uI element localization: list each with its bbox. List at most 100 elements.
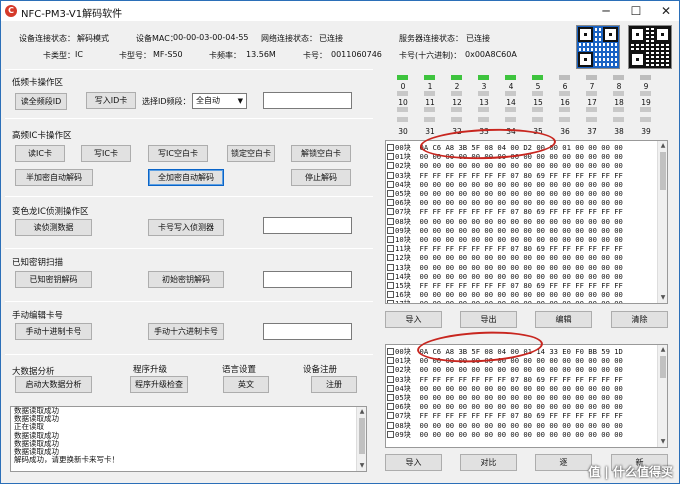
manual-decimal-card-button[interactable]: 手动十进制卡号 xyxy=(15,323,92,340)
block-row[interactable]: 02块 00 00 00 00 00 00 00 00 00 00 00 00 … xyxy=(386,161,623,170)
block-checkbox[interactable] xyxy=(387,180,394,188)
block-row[interactable]: 06块 00 00 00 00 00 00 00 00 00 00 00 00 … xyxy=(386,198,623,207)
write-card-to-detector-button[interactable]: 卡号写入侦测器 xyxy=(148,219,224,236)
upgrade-check-button[interactable]: 程序升级检查 xyxy=(130,376,188,393)
semi-encrypted-decode-button[interactable]: 半加密自动解码 xyxy=(15,169,93,186)
block-row[interactable]: 03块 FF FF FF FF FF FF FF 07 80 69 FF FF … xyxy=(386,375,623,384)
manual-hex-card-button[interactable]: 手动十六进制卡号 xyxy=(148,323,224,340)
block-checkbox[interactable] xyxy=(387,384,394,392)
block-row[interactable]: 09块 00 00 00 00 00 00 00 00 00 00 00 00 … xyxy=(386,226,623,235)
action-button-3[interactable]: 逐 xyxy=(535,454,592,471)
card-data-table[interactable]: ▲ ▼ 00块 0A C6 A8 3B 5F 08 04 00 D2 00 00… xyxy=(385,140,668,304)
block-row[interactable]: 05块 00 00 00 00 00 00 00 00 00 00 00 00 … xyxy=(386,393,623,402)
block-checkbox[interactable] xyxy=(387,171,394,179)
block-row[interactable]: 14块 00 00 00 00 00 00 00 00 00 00 00 00 … xyxy=(386,272,623,281)
block-row[interactable]: 04块 00 00 00 00 00 00 00 00 00 00 00 00 … xyxy=(386,384,623,393)
scroll-thumb[interactable] xyxy=(359,418,365,454)
import-button-2[interactable]: 导入 xyxy=(385,454,442,471)
block-checkbox[interactable] xyxy=(387,300,394,303)
known-key-input[interactable] xyxy=(263,271,352,288)
scroll-thumb[interactable] xyxy=(660,152,666,190)
write-id-card-button[interactable]: 写入ID卡 xyxy=(86,92,136,109)
chameleon-input[interactable] xyxy=(263,217,352,234)
block-checkbox[interactable] xyxy=(387,394,394,401)
block-row[interactable]: 05块 00 00 00 00 00 00 00 00 00 00 00 00 … xyxy=(386,189,623,198)
block-row[interactable]: 12块 00 00 00 00 00 00 00 00 00 00 00 00 … xyxy=(386,253,623,262)
write-ic-card-button[interactable]: 写IC卡 xyxy=(81,145,131,162)
block-checkbox[interactable] xyxy=(387,226,394,234)
block-checkbox[interactable] xyxy=(387,430,394,438)
close-icon[interactable]: ✕ xyxy=(651,1,680,21)
scroll-down-icon[interactable]: ▼ xyxy=(658,293,667,303)
scroll-up-icon[interactable]: ▲ xyxy=(357,407,367,417)
minimize-icon[interactable]: ─ xyxy=(591,1,621,21)
clear-button[interactable]: 清除 xyxy=(611,311,668,328)
scroll-down-icon[interactable]: ▼ xyxy=(357,461,367,471)
block-checkbox[interactable] xyxy=(387,162,394,170)
manual-card-input[interactable] xyxy=(263,323,352,340)
dump1-scrollbar[interactable]: ▲ ▼ xyxy=(657,141,667,303)
block-row[interactable]: 04块 00 00 00 00 00 00 00 00 00 00 00 00 … xyxy=(386,180,623,189)
unlock-blank-card-button[interactable]: 解锁空白卡 xyxy=(291,145,351,162)
block-row[interactable]: 09块 00 00 00 00 00 00 00 00 00 00 00 00 … xyxy=(386,430,623,439)
english-language-button[interactable]: 英文 xyxy=(223,376,269,393)
id-frequency-select[interactable]: 全自动 ▼ xyxy=(192,93,247,109)
block-checkbox[interactable] xyxy=(387,254,394,262)
block-row[interactable]: 17块 00 00 00 00 00 00 00 00 00 00 00 00 … xyxy=(386,299,623,303)
log-scrollbar[interactable]: ▲ ▼ xyxy=(356,407,366,471)
block-checkbox[interactable] xyxy=(387,403,394,411)
block-checkbox[interactable] xyxy=(387,272,394,280)
block-checkbox[interactable] xyxy=(387,291,394,299)
block-row[interactable]: 02块 00 00 00 00 00 00 00 00 00 00 00 00 … xyxy=(386,365,623,374)
register-button[interactable]: 注册 xyxy=(311,376,357,393)
block-checkbox[interactable] xyxy=(387,153,394,161)
block-checkbox[interactable] xyxy=(387,357,394,365)
block-checkbox[interactable] xyxy=(387,217,394,225)
write-blank-ic-button[interactable]: 写IC空白卡 xyxy=(148,145,208,162)
block-checkbox[interactable] xyxy=(387,199,394,207)
block-checkbox[interactable] xyxy=(387,208,394,216)
scroll-down-icon[interactable]: ▼ xyxy=(658,437,667,447)
block-row[interactable]: 16块 00 00 00 00 00 00 00 00 00 00 00 00 … xyxy=(386,290,623,299)
block-checkbox[interactable] xyxy=(387,282,394,289)
scroll-up-icon[interactable]: ▲ xyxy=(658,141,667,151)
read-ic-card-button[interactable]: 读IC卡 xyxy=(15,145,65,162)
read-all-freq-id-button[interactable]: 读全频段ID xyxy=(15,93,67,110)
initial-key-decode-button[interactable]: 初始密钥解码 xyxy=(148,271,224,288)
block-row[interactable]: 06块 00 00 00 00 00 00 00 00 00 00 00 00 … xyxy=(386,402,623,411)
stop-decode-button[interactable]: 停止解码 xyxy=(291,169,351,186)
block-checkbox[interactable] xyxy=(387,190,394,197)
block-row[interactable]: 13块 00 00 00 00 00 00 00 00 00 00 00 00 … xyxy=(386,263,623,272)
block-checkbox[interactable] xyxy=(387,236,394,243)
scroll-up-icon[interactable]: ▲ xyxy=(658,345,667,355)
block-row[interactable]: 08块 00 00 00 00 00 00 00 00 00 00 00 00 … xyxy=(386,217,623,226)
block-checkbox[interactable] xyxy=(387,245,394,253)
block-checkbox[interactable] xyxy=(387,263,394,271)
log-output[interactable]: 数据读取成功 数据读取成功 正在读取 数据读取成功 数据读取成功 数据读取成功 … xyxy=(10,406,367,472)
compare-button[interactable]: 对比 xyxy=(460,454,517,471)
block-row[interactable]: 07块 FF FF FF FF FF FF FF 07 80 69 FF FF … xyxy=(386,207,623,216)
block-checkbox[interactable] xyxy=(387,366,394,374)
block-checkbox[interactable] xyxy=(387,421,394,429)
card-data-table-2[interactable]: ▲ ▼ 00块 0A C6 A8 3B 5F 08 04 00 01 14 33… xyxy=(385,344,668,448)
maximize-icon[interactable]: ☐ xyxy=(621,1,651,21)
block-row[interactable]: 07块 FF FF FF FF FF FF FF 07 80 69 FF FF … xyxy=(386,411,623,420)
block-checkbox[interactable] xyxy=(387,348,394,355)
block-row[interactable]: 15块 FF FF FF FF FF FF FF 07 80 69 FF FF … xyxy=(386,281,623,290)
block-row[interactable]: 11块 FF FF FF FF FF FF FF 07 80 69 FF FF … xyxy=(386,244,623,253)
block-checkbox[interactable] xyxy=(387,412,394,420)
export-button[interactable]: 导出 xyxy=(460,311,517,328)
scroll-thumb[interactable] xyxy=(660,356,666,378)
start-big-data-button[interactable]: 启动大数据分析 xyxy=(15,376,92,393)
lf-id-input[interactable] xyxy=(263,92,352,109)
block-row[interactable]: 08块 00 00 00 00 00 00 00 00 00 00 00 00 … xyxy=(386,421,623,430)
full-encrypted-decode-button[interactable]: 全加密自动解码 xyxy=(148,169,224,186)
edit-button[interactable]: 编辑 xyxy=(535,311,592,328)
dump2-scrollbar[interactable]: ▲ ▼ xyxy=(657,345,667,447)
block-row[interactable]: 03块 FF FF FF FF FF FF FF 07 80 69 FF FF … xyxy=(386,171,623,180)
block-row[interactable]: 10块 00 00 00 00 00 00 00 00 00 00 00 00 … xyxy=(386,235,623,244)
known-key-decode-button[interactable]: 已知密钥解码 xyxy=(15,271,92,288)
block-checkbox[interactable] xyxy=(387,375,394,383)
import-button[interactable]: 导入 xyxy=(385,311,442,328)
read-detection-data-button[interactable]: 读侦测数据 xyxy=(15,219,92,236)
